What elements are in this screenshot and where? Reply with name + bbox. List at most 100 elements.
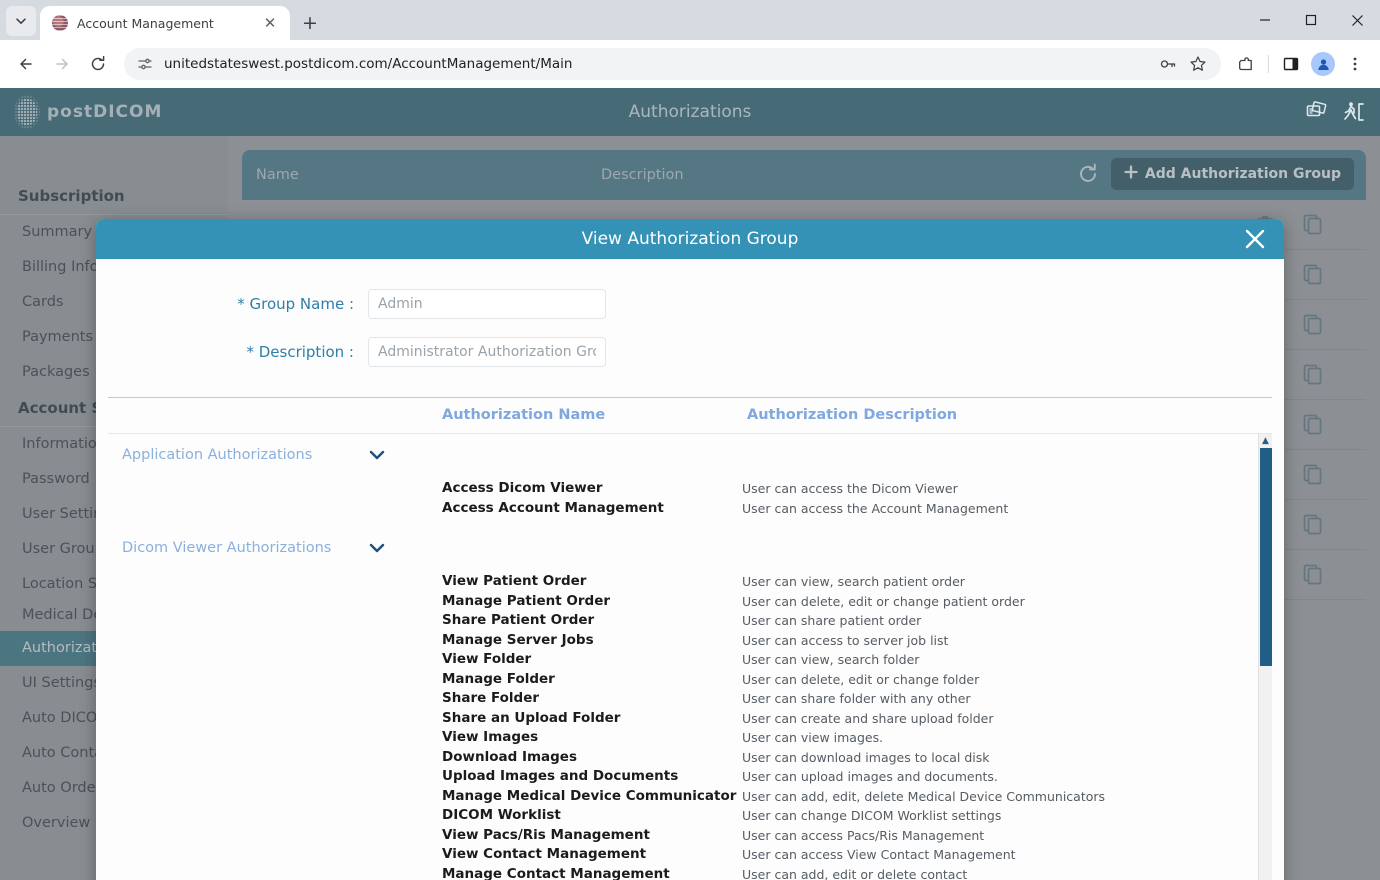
minimize-icon xyxy=(1259,14,1271,26)
toolbar-divider xyxy=(1268,55,1269,73)
authorization-row[interactable]: Access Account ManagementUser can access… xyxy=(108,500,1272,520)
bookmark-star-icon[interactable] xyxy=(1189,55,1207,73)
authorization-row[interactable]: Access Dicom ViewerUser can access the D… xyxy=(108,480,1272,500)
group-name-row: * Group Name : xyxy=(108,289,1272,319)
vertical-scrollbar[interactable]: ▲ ▼ xyxy=(1258,434,1272,880)
modal-close-button[interactable] xyxy=(1240,224,1270,254)
browser-window: Account Management ✕ + xyxy=(0,0,1380,880)
forward-button[interactable] xyxy=(46,48,78,80)
authorization-name: View Images xyxy=(442,729,742,745)
authorization-description: User can share folder with any other xyxy=(742,690,1272,706)
authorization-row[interactable]: Manage Medical Device CommunicatorUser c… xyxy=(108,788,1272,808)
group-name-input[interactable] xyxy=(368,289,606,319)
window-minimize-button[interactable] xyxy=(1242,0,1288,40)
authorization-row[interactable]: Upload Images and DocumentsUser can uplo… xyxy=(108,768,1272,788)
window-close-button[interactable] xyxy=(1334,0,1380,40)
password-key-icon[interactable] xyxy=(1159,55,1177,73)
browser-tab[interactable]: Account Management ✕ xyxy=(40,6,290,40)
authorization-name: DICOM Worklist xyxy=(442,807,742,823)
authorization-name: Download Images xyxy=(442,749,742,765)
toolbar-actions xyxy=(1225,49,1370,79)
authorization-row[interactable]: Share FolderUser can share folder with a… xyxy=(108,690,1272,710)
more-menu-icon[interactable] xyxy=(1340,49,1370,79)
authorization-row[interactable]: Manage Patient OrderUser can delete, edi… xyxy=(108,593,1272,613)
window-maximize-button[interactable] xyxy=(1288,0,1334,40)
authorization-row[interactable]: Manage Server JobsUser can access to ser… xyxy=(108,632,1272,652)
authorization-description: User can view, search patient order xyxy=(742,573,1272,589)
reload-icon xyxy=(89,55,107,73)
authorization-name: Access Dicom Viewer xyxy=(442,480,742,496)
modal-body: * Group Name : * Description : Authoriza… xyxy=(96,259,1284,880)
authorization-name: View Patient Order xyxy=(442,573,742,589)
description-label: * Description : xyxy=(108,343,368,361)
header-actions xyxy=(1304,100,1366,124)
tab-search-button[interactable] xyxy=(6,6,36,36)
authorization-description: User can add, edit, delete Medical Devic… xyxy=(742,788,1272,804)
authorization-row[interactable]: View FolderUser can view, search folder xyxy=(108,651,1272,671)
authorization-section-header[interactable]: Application Authorizations xyxy=(108,438,1272,470)
close-icon xyxy=(1351,14,1364,27)
authorization-row[interactable]: Manage Contact ManagementUser can add, e… xyxy=(108,866,1272,880)
tab-favicon-icon xyxy=(52,15,68,31)
reload-button[interactable] xyxy=(82,48,114,80)
modal-title: View Authorization Group xyxy=(582,229,799,249)
authorization-name: Manage Contact Management xyxy=(442,866,742,880)
address-bar[interactable]: unitedstateswest.postdicom.com/AccountMa… xyxy=(124,48,1221,80)
scrollbar-thumb[interactable] xyxy=(1260,448,1272,666)
authorization-row[interactable]: View ImagesUser can view images. xyxy=(108,729,1272,749)
authorization-description: User can delete, edit or change folder xyxy=(742,671,1272,687)
authorization-row[interactable]: View Patient OrderUser can view, search … xyxy=(108,573,1272,593)
page-viewport: postDICOM Authorizations xyxy=(0,88,1380,880)
authorization-name-header: Authorization Name xyxy=(442,407,747,423)
authorization-name: Manage Server Jobs xyxy=(442,632,742,648)
authorization-row[interactable]: View Pacs/Ris ManagementUser can access … xyxy=(108,827,1272,847)
authorization-list-scroll-area[interactable]: Application Authorizations Access Dicom V… xyxy=(108,434,1272,880)
logout-icon[interactable] xyxy=(1342,100,1366,124)
tab-close-button[interactable]: ✕ xyxy=(258,11,282,35)
authorization-row-group: Access Dicom ViewerUser can access the D… xyxy=(108,470,1272,519)
cards-icon[interactable] xyxy=(1304,100,1328,124)
authorization-row[interactable]: Share an Upload FolderUser can create an… xyxy=(108,710,1272,730)
authorization-description: User can access Pacs/Ris Management xyxy=(742,827,1272,843)
browser-toolbar: unitedstateswest.postdicom.com/AccountMa… xyxy=(0,40,1380,88)
authorization-description: User can access the Dicom Viewer xyxy=(742,480,1272,496)
chevron-down-icon[interactable] xyxy=(366,444,388,466)
authorization-description: User can access to server job list xyxy=(742,632,1272,648)
authorization-name: Share Patient Order xyxy=(442,612,742,628)
authorization-sections: Application Authorizations Access Dicom V… xyxy=(108,438,1272,880)
authorization-section-title: Dicom Viewer Authorizations xyxy=(122,540,366,556)
authorization-description: User can view, search folder xyxy=(742,651,1272,667)
authorization-row[interactable]: View Contact ManagementUser can access V… xyxy=(108,846,1272,866)
profile-icon[interactable] xyxy=(1308,49,1338,79)
authorization-row[interactable]: Manage FolderUser can delete, edit or ch… xyxy=(108,671,1272,691)
authorization-description: User can share patient order xyxy=(742,612,1272,628)
group-form: * Group Name : * Description : xyxy=(108,267,1272,398)
view-authorization-group-modal: View Authorization Group * Group Name : … xyxy=(96,219,1284,880)
description-input[interactable] xyxy=(368,337,606,367)
authorization-name: Share Folder xyxy=(442,690,742,706)
arrow-left-icon xyxy=(17,55,35,73)
authorization-list-header: Authorization Name Authorization Descrip… xyxy=(108,398,1272,434)
scroll-up-arrow[interactable]: ▲ xyxy=(1259,434,1272,448)
modal-header: View Authorization Group xyxy=(96,219,1284,259)
authorization-description: User can download images to local disk xyxy=(742,749,1272,765)
extensions-icon[interactable] xyxy=(1231,49,1261,79)
site-settings-icon[interactable] xyxy=(136,55,154,73)
authorization-row[interactable]: DICOM WorklistUser can change DICOM Work… xyxy=(108,807,1272,827)
authorization-row[interactable]: Share Patient OrderUser can share patien… xyxy=(108,612,1272,632)
back-button[interactable] xyxy=(10,48,42,80)
authorization-description: User can access the Account Management xyxy=(742,500,1272,516)
window-controls xyxy=(1242,0,1380,40)
side-panel-icon[interactable] xyxy=(1276,49,1306,79)
description-row: * Description : xyxy=(108,337,1272,367)
arrow-right-icon xyxy=(53,55,71,73)
new-tab-button[interactable]: + xyxy=(298,11,322,35)
chevron-down-icon[interactable] xyxy=(366,537,388,559)
authorization-row-group: View Patient OrderUser can view, search … xyxy=(108,563,1272,880)
authorization-description: User can add, edit or delete contact xyxy=(742,866,1272,880)
authorization-row[interactable]: Download ImagesUser can download images … xyxy=(108,749,1272,769)
authorization-section-header[interactable]: Dicom Viewer Authorizations xyxy=(108,531,1272,563)
authorization-name: Manage Folder xyxy=(442,671,742,687)
maximize-icon xyxy=(1305,14,1317,26)
authorization-name: View Folder xyxy=(442,651,742,667)
